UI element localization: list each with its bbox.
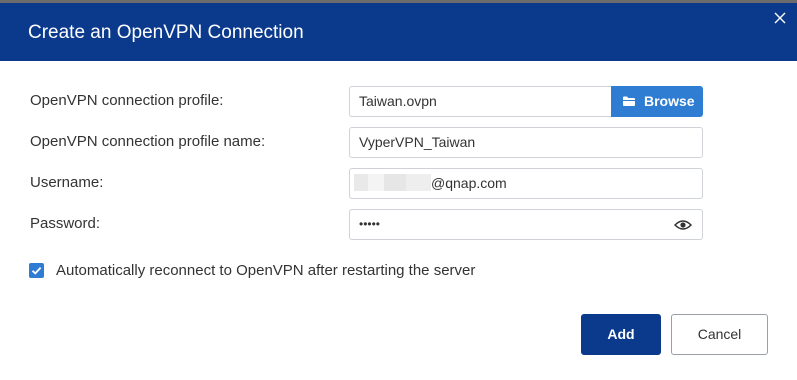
profile-file-field[interactable]: Taiwan.ovpn <box>349 86 612 117</box>
eye-icon[interactable] <box>674 218 692 232</box>
auto-reconnect-checkbox[interactable] <box>29 263 44 278</box>
dialog-header: Create an OpenVPN Connection <box>0 0 797 61</box>
cancel-button[interactable]: Cancel <box>671 314 768 355</box>
password-label: Password: <box>30 215 101 232</box>
folder-icon <box>623 96 635 106</box>
profile-label: OpenVPN connection profile: <box>30 92 224 109</box>
profile-name-label: OpenVPN connection profile name: <box>30 133 266 150</box>
browse-label: Browse <box>644 93 695 109</box>
close-icon[interactable] <box>771 9 789 27</box>
browse-button[interactable]: Browse <box>611 86 703 117</box>
username-input[interactable]: @qnap.com <box>349 168 703 199</box>
username-label: Username: <box>30 174 104 191</box>
profile-name-input[interactable]: VyperVPN_Taiwan <box>349 127 703 158</box>
password-input[interactable]: ••••• <box>349 209 703 240</box>
password-value: ••••• <box>359 217 381 231</box>
username-value-suffix: @qnap.com <box>431 175 507 191</box>
profile-file-value: Taiwan.ovpn <box>359 93 437 109</box>
checkmark-icon <box>31 266 42 275</box>
dialog-title: Create an OpenVPN Connection <box>28 22 304 43</box>
openvpn-dialog: Create an OpenVPN Connection OpenVPN con… <box>0 0 797 380</box>
auto-reconnect-label[interactable]: Automatically reconnect to OpenVPN after… <box>56 261 475 281</box>
add-button[interactable]: Add <box>581 314 661 355</box>
profile-name-value: VyperVPN_Taiwan <box>359 134 476 150</box>
username-redacted <box>354 174 431 192</box>
